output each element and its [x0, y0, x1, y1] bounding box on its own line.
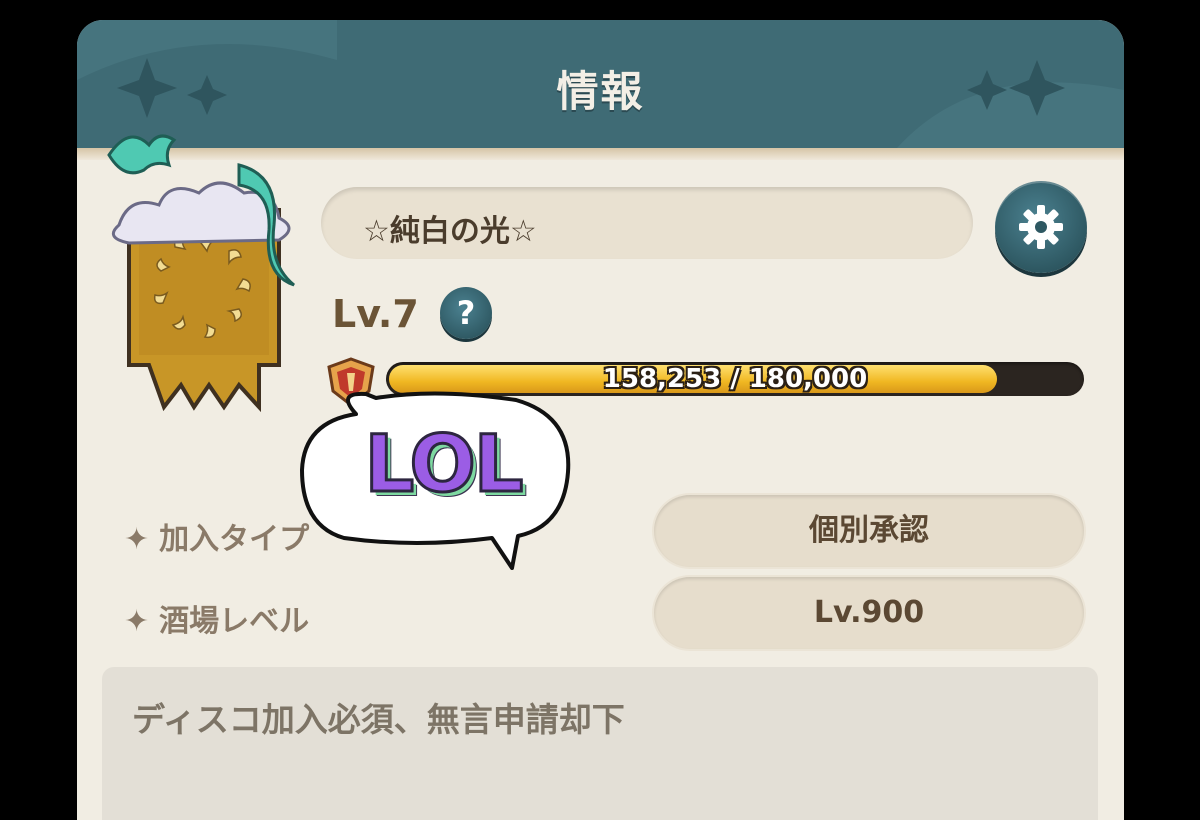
guild-description-box: ディスコ加入必須、無言申請却下: [102, 667, 1098, 820]
guild-info-panel: 情報 ☆純白の光☆ Lv.7 ? 158,253 / 180,000 ✦ 加入タ…: [77, 20, 1124, 820]
page-title: 情報: [556, 67, 645, 116]
guild-description: ディスコ加入必須、無言申請却下: [132, 700, 625, 739]
question-icon[interactable]: ?: [440, 287, 492, 339]
tavern-level-label: ✦ 酒場レベル: [124, 604, 310, 639]
guild-emblem-icon: [107, 134, 295, 413]
guild-name-field: ☆純白の光☆: [321, 187, 973, 259]
tavern-level-value: Lv.900: [654, 577, 1084, 649]
lol-sticker-text: LOL: [363, 419, 525, 512]
guild-level: Lv.7: [332, 292, 419, 336]
settings-button[interactable]: [995, 181, 1087, 273]
gear-icon: [1019, 205, 1063, 249]
join-type-label: ✦ 加入タイプ: [124, 522, 310, 557]
sparkle-icon: ✦: [124, 604, 150, 639]
join-type-value[interactable]: 個別承認: [654, 495, 1084, 567]
guild-name: ☆純白の光☆: [363, 214, 537, 249]
sparkle-icon: ✦: [124, 522, 150, 557]
